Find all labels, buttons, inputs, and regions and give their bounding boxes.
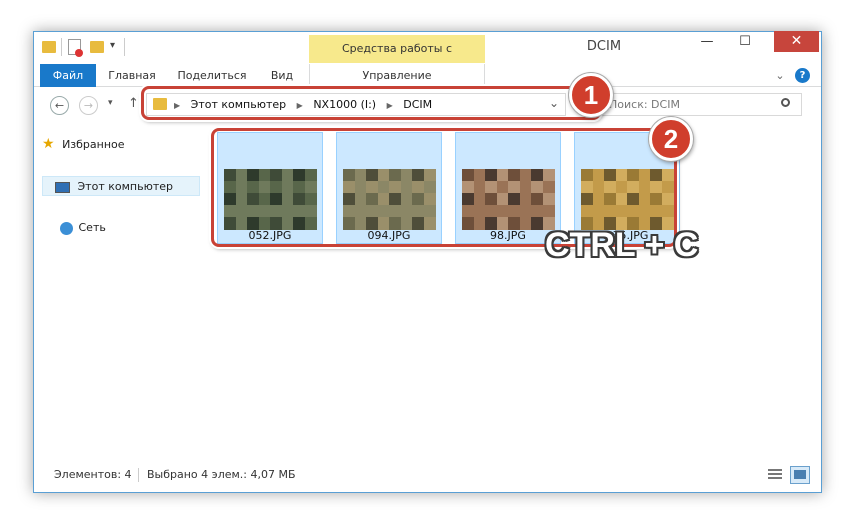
details-view-icon[interactable] <box>768 467 786 483</box>
search-input[interactable]: Поиск: DCIM <box>609 94 680 115</box>
large-icons-view-icon[interactable] <box>790 466 810 484</box>
search-box[interactable]: Поиск: DCIM <box>582 93 802 116</box>
quick-access-dropdown-icon[interactable]: ▾ <box>110 40 115 51</box>
computer-icon <box>55 181 70 193</box>
up-button[interactable]: ↑ <box>128 96 139 111</box>
close-button[interactable]: ✕ <box>774 31 819 52</box>
window-title: DCIM <box>586 39 622 54</box>
new-folder-icon[interactable] <box>90 39 104 55</box>
sidebar-item-this-pc[interactable]: Этот компьютер <box>42 176 200 196</box>
network-icon <box>60 221 73 235</box>
sidebar-item-favorites[interactable]: ★ Избранное <box>42 134 125 154</box>
minimize-button[interactable]: — <box>692 32 722 52</box>
sidebar-item-label: Избранное <box>62 138 125 151</box>
divider <box>124 38 125 56</box>
divider <box>138 468 139 482</box>
step-2-badge: 2 <box>649 117 693 161</box>
selection-info: Выбрано 4 элем.: 4,07 МБ <box>147 468 296 481</box>
sidebar-item-label: Этот компьютер <box>77 180 174 193</box>
navigation-pane: ★ Избранное Этот компьютер Сеть <box>34 126 209 461</box>
maximize-button[interactable]: ☐ <box>730 32 760 52</box>
tab-view[interactable]: Вид <box>264 64 300 87</box>
search-icon[interactable] <box>781 98 790 107</box>
tab-home[interactable]: Главная <box>104 64 160 87</box>
back-button[interactable]: ← <box>50 96 69 115</box>
tab-file[interactable]: Файл <box>40 64 96 87</box>
tab-share[interactable]: Поделиться <box>174 64 250 87</box>
expand-ribbon-icon[interactable]: ⌄ <box>772 64 788 87</box>
item-count: Элементов: 4 <box>54 468 132 481</box>
picture-tools-context-tab: Средства работы с рисунками <box>309 35 485 83</box>
status-bar: Элементов: 4 Выбрано 4 элем.: 4,07 МБ <box>34 462 821 492</box>
star-icon: ★ <box>42 136 55 152</box>
step-1-badge: 1 <box>569 73 613 117</box>
address-bar-highlight <box>141 86 601 120</box>
ribbon-tabs: Файл Главная Поделиться Вид Управление ⌄… <box>34 64 821 87</box>
title-bar: ▾ Средства работы с рисунками DCIM — ☐ ✕ <box>34 31 821 83</box>
properties-icon[interactable] <box>68 39 83 57</box>
sidebar-item-network[interactable]: Сеть <box>42 218 106 238</box>
recent-locations-icon[interactable]: ▾ <box>108 98 113 108</box>
folder-icon <box>42 39 56 55</box>
divider <box>61 38 62 56</box>
sidebar-item-label: Сеть <box>78 221 106 234</box>
shortcut-label: CTRL + C <box>545 226 699 264</box>
forward-button[interactable]: → <box>79 96 98 115</box>
help-icon[interactable]: ? <box>795 68 810 83</box>
tab-manage[interactable]: Управление <box>309 64 485 87</box>
